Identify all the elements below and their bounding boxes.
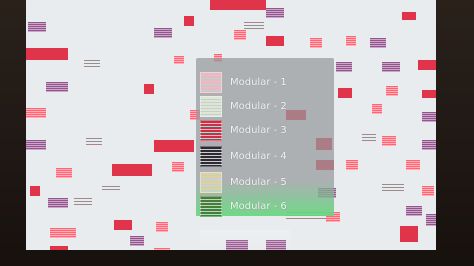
pattern-block [50, 228, 76, 238]
pattern-block [26, 108, 46, 118]
pattern-block [418, 60, 436, 70]
pattern-block [386, 86, 398, 96]
pattern-block [48, 198, 68, 208]
pattern-block [382, 62, 400, 72]
screen-reflection [200, 230, 290, 250]
modular-1-thumbnail [200, 71, 222, 93]
pattern-block [26, 140, 46, 150]
pattern-block [426, 214, 436, 226]
pattern-block [102, 186, 120, 192]
pattern-block [422, 140, 436, 150]
menu-item-label: Modular - 1 [230, 76, 287, 88]
menu-item-modular-6[interactable]: Modular - 6 [200, 195, 328, 217]
pattern-block [28, 22, 46, 32]
pattern-block [210, 0, 266, 10]
modular-6-thumbnail [200, 195, 222, 217]
menu-item-label: Modular - 6 [230, 200, 287, 212]
pattern-block [382, 136, 396, 146]
pattern-block [174, 56, 184, 64]
pattern-block [46, 82, 68, 92]
menu-item-modular-3[interactable]: Modular - 3 [200, 119, 328, 141]
modular-5-thumbnail [200, 171, 222, 193]
pattern-block [56, 168, 72, 178]
pattern-block [86, 138, 102, 146]
pattern-block [26, 48, 68, 60]
pattern-block [144, 84, 154, 94]
pattern-block [266, 8, 284, 18]
modular-2-thumbnail [200, 95, 222, 117]
pattern-block [244, 22, 264, 30]
pattern-block [406, 206, 422, 216]
pattern-block [422, 186, 434, 196]
pattern-block [370, 38, 386, 48]
menu-item-modular-2[interactable]: Modular - 2 [200, 95, 328, 117]
pattern-block [154, 248, 170, 250]
pattern-block [372, 104, 382, 114]
menu-item-label: Modular - 4 [230, 150, 287, 162]
menu-item-label: Modular - 3 [230, 124, 287, 136]
pattern-block [74, 198, 92, 206]
pattern-block [84, 60, 100, 68]
pattern-block [130, 236, 144, 246]
menu-item-modular-5[interactable]: Modular - 5 [200, 171, 328, 193]
pattern-block [400, 226, 418, 242]
menu-item-label: Modular - 2 [230, 100, 287, 112]
pattern-block [422, 90, 436, 98]
pattern-block [112, 164, 152, 176]
pattern-block [154, 28, 172, 38]
pattern-block [362, 134, 376, 142]
pattern-block [346, 36, 356, 46]
menu-item-modular-1[interactable]: Modular - 1 [200, 71, 328, 93]
modular-4-thumbnail [200, 145, 222, 167]
pattern-block [382, 184, 404, 192]
pattern-block [234, 30, 246, 40]
menu-item-modular-4[interactable]: Modular - 4 [200, 145, 328, 167]
pattern-block [338, 88, 352, 98]
pattern-block [50, 246, 68, 250]
pattern-block [346, 160, 358, 170]
modular-3-thumbnail [200, 119, 222, 141]
pattern-block [336, 62, 352, 72]
pattern-block [266, 36, 284, 46]
pattern-block [114, 220, 132, 230]
pattern-block [156, 222, 168, 232]
pattern-block [402, 12, 416, 20]
pattern-block [154, 140, 194, 152]
pattern-block [406, 160, 420, 170]
pattern-block [310, 38, 322, 48]
menu-item-label: Modular - 5 [230, 176, 287, 188]
pattern-block [422, 112, 436, 122]
pattern-block [184, 16, 194, 26]
pattern-block [172, 162, 184, 172]
pattern-block [30, 186, 40, 196]
